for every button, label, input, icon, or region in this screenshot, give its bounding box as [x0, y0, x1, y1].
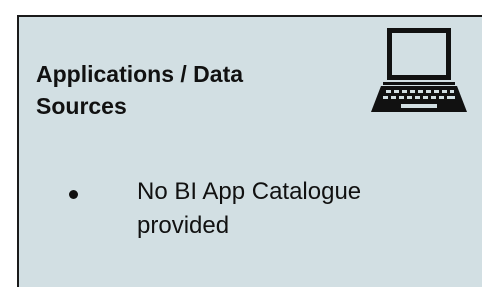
bullet-icon	[69, 190, 78, 199]
card-title: Applications / Data Sources	[36, 61, 244, 119]
laptop-icon	[371, 28, 467, 112]
list-item-text: No BI App Catalogue provided	[137, 178, 362, 239]
applications-data-sources-card: Applications / Data Sources No BI App Ca…	[17, 15, 482, 287]
